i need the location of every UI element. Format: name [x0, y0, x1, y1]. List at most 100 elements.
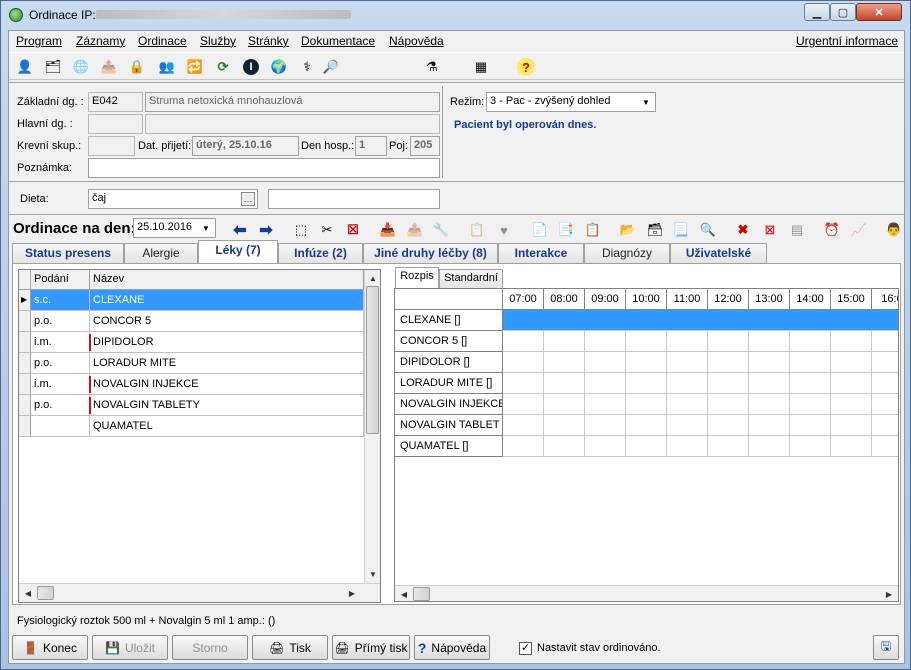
schedule-cell[interactable]: [626, 331, 667, 352]
tab-alergie[interactable]: Alergie: [124, 243, 198, 263]
ellipsis-icon[interactable]: …: [241, 192, 255, 206]
next-day-icon[interactable]: ➡: [255, 219, 277, 241]
podani-cell[interactable]: p.o.: [31, 395, 90, 416]
lock-icon[interactable]: 🔒: [126, 56, 148, 78]
podani-cell[interactable]: i.m.: [31, 332, 90, 353]
row-indicator[interactable]: [19, 416, 31, 437]
schedule-cell[interactable]: [831, 331, 872, 352]
schedule-cell[interactable]: [831, 394, 872, 415]
ordinace-date-picker[interactable]: 25.10.2016 ▼: [133, 218, 216, 238]
schedule-cell[interactable]: [749, 352, 790, 373]
transfer-disabled-icon[interactable]: 📤: [98, 56, 120, 78]
heart-disabled-icon[interactable]: ♥: [493, 219, 515, 241]
schedule-cell[interactable]: [626, 415, 667, 436]
earth-icon[interactable]: 🌍: [268, 56, 290, 78]
prev-day-icon[interactable]: ⬅: [229, 219, 251, 241]
podani-cell[interactable]: p.o.: [31, 353, 90, 374]
hlavni-dg-code[interactable]: [88, 114, 143, 134]
doc-search-icon[interactable]: 🔍: [697, 219, 719, 241]
menu-napoveda[interactable]: Nápověda: [389, 34, 444, 48]
schedule-cell[interactable]: [544, 352, 585, 373]
schedule-cell[interactable]: [708, 436, 749, 457]
menu-program[interactable]: Program: [16, 34, 62, 48]
schedule-cell[interactable]: [585, 436, 626, 457]
table-row[interactable]: i.m. DIPIDOLOR: [19, 332, 364, 353]
tab-diagnozy[interactable]: Diagnózy: [584, 243, 670, 263]
rezim-select[interactable]: 3 - Pac - zvýšený dohled ▼: [486, 92, 656, 112]
dat-prijeti-field[interactable]: úterý, 25.10.16: [192, 136, 299, 156]
menu-urgent-info[interactable]: Urgentní informace: [796, 34, 898, 48]
schedule-row-label[interactable]: QUAMATEL []: [395, 436, 503, 457]
schedule-cell[interactable]: [503, 436, 544, 457]
new-order-icon[interactable]: ⬚: [290, 219, 312, 241]
schedule-cell[interactable]: [708, 415, 749, 436]
table-row[interactable]: i.m. NOVALGIN INJEKCE: [19, 374, 364, 395]
den-hosp-field[interactable]: 1: [355, 136, 387, 156]
tisk-button[interactable]: 🖨 Tisk: [252, 635, 328, 660]
scroll-up-icon[interactable]: ▲: [366, 271, 380, 285]
clock-icon[interactable]: ⏰: [821, 219, 843, 241]
tab-status-presens[interactable]: Status presens: [12, 243, 124, 263]
schedule-cell[interactable]: [708, 310, 749, 331]
row-indicator[interactable]: [19, 395, 31, 416]
patient-card-icon[interactable]: 🗂: [42, 56, 64, 78]
folders-icon[interactable]: 🗃: [644, 219, 666, 241]
schedule-cell[interactable]: [831, 352, 872, 373]
list-disabled-icon[interactable]: ▤: [786, 219, 808, 241]
menu-zaznamy[interactable]: Záznamy: [76, 34, 125, 48]
scroll-down-icon[interactable]: ▼: [366, 567, 380, 581]
schedule-cell[interactable]: [503, 373, 544, 394]
schedule-cell[interactable]: [544, 373, 585, 394]
schedule-cell[interactable]: [749, 310, 790, 331]
menu-sluzby[interactable]: Služby: [200, 34, 236, 48]
schedule-cell[interactable]: [831, 436, 872, 457]
storno-button[interactable]: Storno: [172, 635, 248, 660]
schedule-cell[interactable]: [585, 373, 626, 394]
dieta-field[interactable]: čaj …: [88, 189, 258, 209]
napoveda-button[interactable]: ? Nápověda: [414, 635, 490, 660]
filter-icon[interactable]: ⚕: [296, 56, 318, 78]
export-disabled-icon[interactable]: 📤: [404, 219, 426, 241]
nazev-cell[interactable]: CONCOR 5: [90, 311, 364, 332]
schedule-cell[interactable]: [503, 394, 544, 415]
schedule-cell[interactable]: [585, 310, 626, 331]
paste-icon[interactable]: 📋: [582, 219, 604, 241]
table-row[interactable]: p.o. LORADUR MITE: [19, 353, 364, 374]
row-indicator[interactable]: [19, 332, 31, 353]
schedule-cell[interactable]: [667, 310, 708, 331]
schedule-cell[interactable]: [544, 394, 585, 415]
drug-hscrollbar[interactable]: ◀ ▶: [19, 583, 380, 602]
table-row[interactable]: QUAMATEL: [19, 416, 364, 437]
patient-search-icon[interactable]: 👤: [14, 56, 36, 78]
nazev-cell[interactable]: CLEXANE: [90, 290, 364, 311]
import-icon[interactable]: 📥: [377, 219, 399, 241]
schedule-cell[interactable]: [503, 352, 544, 373]
poznamka-field[interactable]: [88, 158, 440, 178]
schedule-cell[interactable]: [790, 394, 831, 415]
schedule-row-label[interactable]: CLEXANE []: [395, 310, 503, 331]
column-header-nazev[interactable]: Název: [90, 270, 364, 290]
schedule-cell[interactable]: [667, 331, 708, 352]
zakladni-dg-text[interactable]: Struma netoxická mnohauzlová: [145, 92, 440, 112]
nazev-cell[interactable]: QUAMATEL: [90, 416, 364, 437]
hlavni-dg-text[interactable]: [145, 114, 440, 134]
copy-icon[interactable]: 📄: [529, 219, 551, 241]
copy-disabled-icon[interactable]: 📋: [466, 219, 488, 241]
help-icon[interactable]: ?: [517, 58, 535, 76]
maximize-button[interactable]: ▢: [830, 3, 856, 21]
schedule-row-label[interactable]: LORADUR MITE []: [395, 373, 503, 394]
schedule-cell[interactable]: [667, 373, 708, 394]
tab-standardni[interactable]: Standardní: [439, 269, 503, 288]
schedule-cell[interactable]: [544, 310, 585, 331]
schedule-cell[interactable]: [872, 373, 898, 394]
drug-vscrollbar[interactable]: ▲ ▼: [364, 270, 380, 583]
delete-icon[interactable]: ☒: [342, 219, 364, 241]
schedule-cell[interactable]: [872, 415, 898, 436]
primy-tisk-button[interactable]: 🖨 Přímý tisk: [332, 635, 410, 660]
nazev-cell[interactable]: NOVALGIN INJEKCE: [90, 374, 364, 395]
schedule-cell[interactable]: [749, 394, 790, 415]
menu-dokumentace[interactable]: Dokumentace: [301, 34, 375, 48]
schedule-cell[interactable]: [831, 415, 872, 436]
tab-uzivatelske[interactable]: Uživatelské: [670, 243, 767, 263]
schedule-cell[interactable]: [790, 373, 831, 394]
